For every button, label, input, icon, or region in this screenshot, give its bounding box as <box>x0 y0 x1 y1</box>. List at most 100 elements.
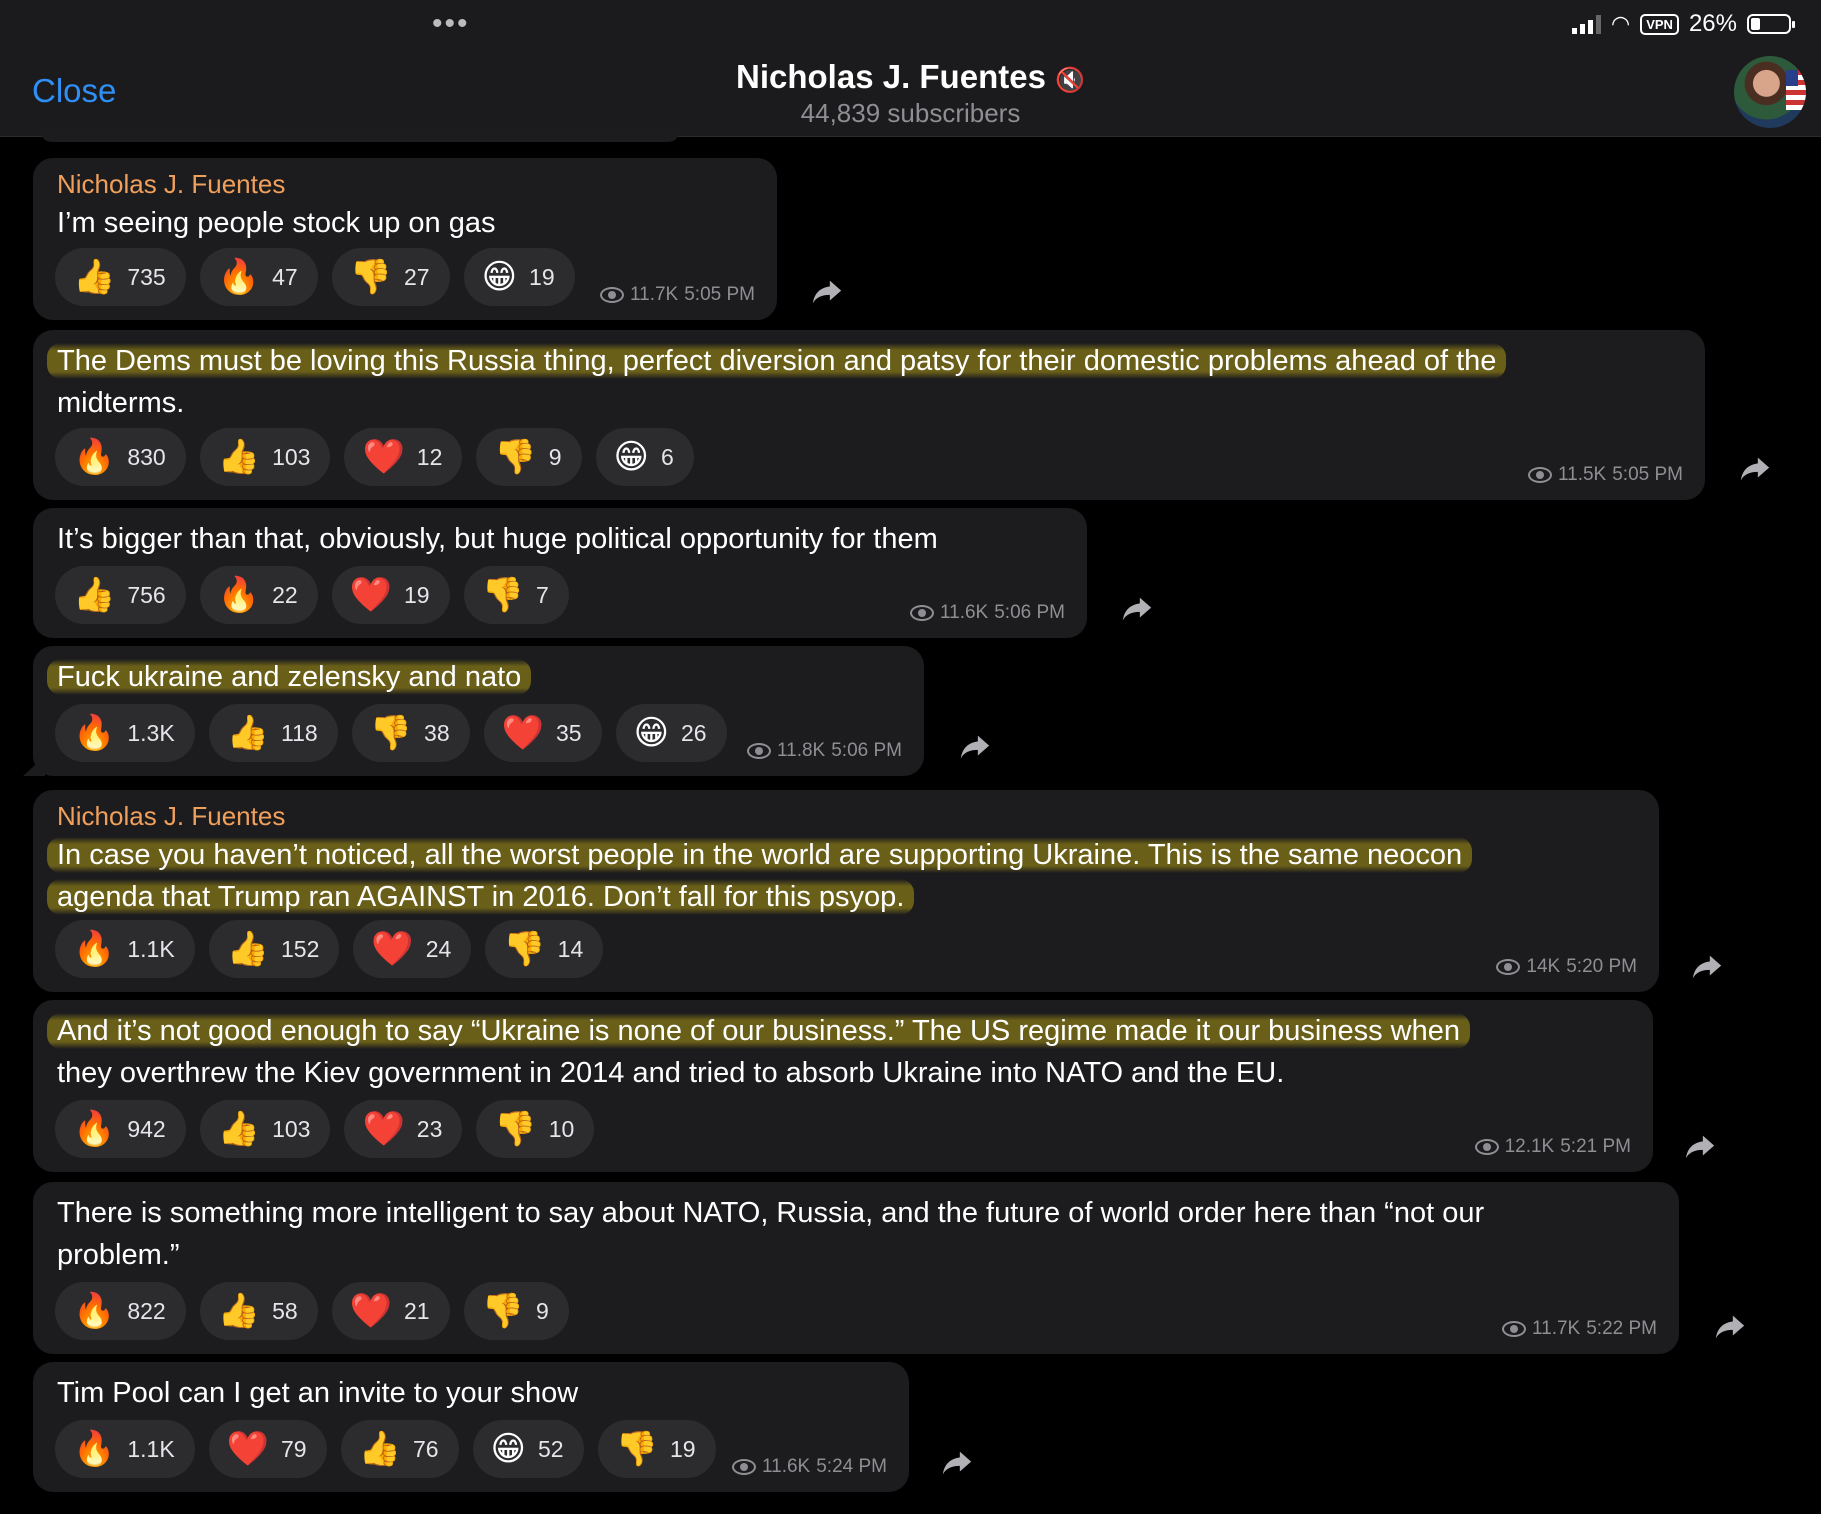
message-time: 5:06 PM <box>831 740 902 761</box>
reaction-pill[interactable]: 🔥 822 <box>55 1282 186 1340</box>
message-bubble[interactable]: Nicholas J. Fuentes I’m seeing people sto… <box>33 158 777 320</box>
message-bubble[interactable]: Nicholas J. Fuentes In case you haven’t n… <box>33 790 1659 992</box>
reaction-pill[interactable]: 👎 19 <box>597 1420 716 1478</box>
share-arrow-icon[interactable] <box>940 1446 974 1480</box>
reaction-pill[interactable]: ❤️ 35 <box>483 704 602 762</box>
thumbs-down-icon: 👎 <box>349 257 392 297</box>
message-meta: 12.1K 5:21 PM <box>1474 1136 1631 1158</box>
reaction-pill[interactable]: 😁 52 <box>472 1420 584 1478</box>
reaction-count: 1.1K <box>127 935 175 962</box>
message-line: In case you haven’t noticed, all the wor… <box>47 837 1473 873</box>
share-arrow-icon[interactable] <box>958 730 992 764</box>
reaction-count: 22 <box>272 581 298 608</box>
message-text: I’m seeing people stock up on gas <box>57 202 496 244</box>
reactions-row: 👍 756 🔥 22 ❤️ 19 👎 7 <box>55 566 569 624</box>
reaction-count: 10 <box>548 1115 575 1142</box>
thumbs-down-icon: 👎 <box>369 713 413 753</box>
message-bubble[interactable]: It’s bigger than that, obviously, but hu… <box>33 508 1087 638</box>
view-count: 12.1K <box>1504 1136 1555 1157</box>
channel-title[interactable]: Nicholas J. Fuentes 🔇 <box>0 58 1821 96</box>
reaction-pill[interactable]: 🔥 22 <box>199 566 318 624</box>
eye-icon <box>1527 467 1552 483</box>
reaction-pill[interactable]: 👍 103 <box>199 428 331 486</box>
reaction-pill[interactable]: 👍 118 <box>208 704 338 762</box>
reaction-pill[interactable]: 🔥 47 <box>199 248 318 306</box>
eye-icon <box>1501 1321 1526 1337</box>
fire-icon: 🔥 <box>73 1429 116 1469</box>
reaction-pill[interactable]: 👎 27 <box>331 248 450 306</box>
message-text: The Dems must be loving this Russia thin… <box>47 340 1507 424</box>
reaction-pill[interactable]: 👍 103 <box>199 1100 331 1158</box>
reaction-pill[interactable]: 😁 19 <box>463 248 575 306</box>
reaction-pill[interactable]: 🔥 1.3K <box>55 704 195 762</box>
heart-icon: ❤️ <box>226 1429 270 1469</box>
message-bubble[interactable]: There is something more intelligent to s… <box>33 1182 1679 1354</box>
reaction-pill[interactable]: 👎 7 <box>463 566 569 624</box>
share-arrow-icon[interactable] <box>1713 1310 1747 1344</box>
reaction-pill[interactable]: 🔥 1.1K <box>55 920 195 978</box>
reaction-pill[interactable]: 👍 76 <box>340 1420 459 1478</box>
reaction-pill[interactable]: 👎 9 <box>463 1282 569 1340</box>
message-meta: 11.5K 5:05 PM <box>1527 464 1683 486</box>
reaction-pill[interactable]: 👎 14 <box>485 920 604 978</box>
fire-icon: 🔥 <box>73 1291 116 1331</box>
reaction-pill[interactable]: 👎 10 <box>476 1100 595 1158</box>
channel-avatar[interactable] <box>1734 56 1806 128</box>
thumbs-down-icon: 👎 <box>503 929 546 969</box>
reaction-pill[interactable]: ❤️ 19 <box>331 566 450 624</box>
thumbs-down-icon: 👎 <box>481 575 524 615</box>
share-arrow-icon[interactable] <box>1690 950 1724 984</box>
fire-icon: 🔥 <box>73 437 116 477</box>
reaction-pill[interactable]: 👍 756 <box>55 566 186 624</box>
reaction-pill[interactable]: 😁 26 <box>615 704 727 762</box>
message-author[interactable]: Nicholas J. Fuentes <box>57 800 285 832</box>
reaction-pill[interactable]: 😁 6 <box>595 428 694 486</box>
fire-icon: 🔥 <box>217 257 261 297</box>
thumbs-up-icon: 👍 <box>217 1291 261 1331</box>
heart-icon: ❤️ <box>362 437 405 477</box>
reactions-row: 🔥 1.1K ❤️ 79 👍 76 😁 52 👎 19 <box>55 1420 716 1478</box>
message-bubble[interactable]: Fuck ukraine and zelensky and nato 🔥 1.3K 👍… <box>33 646 924 776</box>
thumbs-up-icon: 👍 <box>358 1429 401 1469</box>
message-line: I’m seeing people stock up on gas <box>57 207 496 239</box>
eye-icon <box>599 287 624 303</box>
battery-icon <box>1747 14 1795 34</box>
message-bubble[interactable]: Tim Pool can I get an invite to your sho… <box>33 1362 909 1492</box>
reaction-count: 12 <box>416 443 443 470</box>
reactions-row: 🔥 1.3K 👍 118 👎 38 ❤️ 35 😁 26 <box>55 704 727 762</box>
view-count: 11.6K <box>761 1456 811 1477</box>
eye-icon <box>909 605 934 621</box>
message-time: 5:05 PM <box>1612 464 1683 485</box>
reaction-pill[interactable]: 🔥 1.1K <box>55 1420 195 1478</box>
reaction-pill[interactable]: 🔥 942 <box>55 1100 186 1158</box>
share-arrow-icon[interactable] <box>1120 592 1154 626</box>
reaction-pill[interactable]: 👍 58 <box>199 1282 318 1340</box>
reaction-pill[interactable]: ❤️ 12 <box>344 428 463 486</box>
reaction-pill[interactable]: ❤️ 21 <box>331 1282 450 1340</box>
message-author[interactable]: Nicholas J. Fuentes <box>57 168 285 200</box>
view-count: 11.6K <box>939 602 989 623</box>
reaction-pill[interactable]: 👎 38 <box>351 704 470 762</box>
reaction-pill[interactable]: 👍 735 <box>55 248 186 306</box>
reaction-pill[interactable]: 👍 152 <box>208 920 340 978</box>
share-arrow-icon[interactable] <box>810 275 844 309</box>
message-text: There is something more intelligent to s… <box>57 1192 1484 1276</box>
share-arrow-icon[interactable] <box>1738 452 1772 486</box>
message-bubble[interactable]: The Dems must be loving this Russia thin… <box>33 330 1705 500</box>
message-time: 5:24 PM <box>816 1456 887 1477</box>
reaction-pill[interactable]: ❤️ 79 <box>208 1420 327 1478</box>
message-line: The Dems must be loving this Russia thin… <box>47 343 1507 379</box>
view-count: 11.7K <box>1531 1318 1581 1339</box>
message-meta: 11.7K 5:22 PM <box>1501 1318 1657 1340</box>
message-line: problem.” <box>57 1239 180 1271</box>
reaction-pill[interactable]: ❤️ 24 <box>353 920 472 978</box>
reaction-pill[interactable]: 🔥 830 <box>55 428 186 486</box>
message-bubble[interactable]: And it’s not good enough to say “Ukraine… <box>33 1000 1653 1172</box>
reaction-pill[interactable]: 👎 9 <box>476 428 582 486</box>
share-arrow-icon[interactable] <box>1683 1130 1717 1164</box>
message-text: And it’s not good enough to say “Ukraine… <box>47 1010 1471 1094</box>
grabber-dots-icon[interactable]: ••• <box>432 9 470 39</box>
thumbs-up-icon: 👍 <box>73 257 116 297</box>
reaction-count: 76 <box>412 1435 439 1462</box>
reaction-pill[interactable]: ❤️ 23 <box>344 1100 463 1158</box>
